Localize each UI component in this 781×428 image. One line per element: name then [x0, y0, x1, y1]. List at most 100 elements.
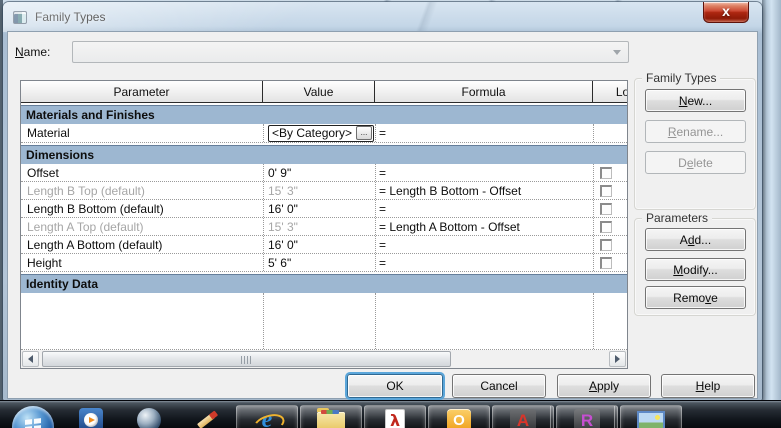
- scroll-right-button[interactable]: [609, 351, 626, 367]
- apply-button[interactable]: Apply: [557, 374, 651, 398]
- lock-checkbox[interactable]: [600, 184, 612, 197]
- photo-viewer-icon: [637, 411, 665, 428]
- lock-checkbox[interactable]: [600, 238, 612, 251]
- close-icon: x: [722, 3, 730, 19]
- column-divider: [375, 293, 376, 349]
- param-value[interactable]: 15' 3": [263, 182, 375, 199]
- value-editor[interactable]: <By Category>...: [268, 124, 374, 142]
- param-row: Length B Bottom (default) 16' 0" =: [21, 200, 627, 218]
- horizontal-scrollbar[interactable]: [21, 350, 627, 368]
- screen: Family Types x Name: Parameter Value Formu…: [0, 0, 781, 428]
- param-row: Height 5' 6" =: [21, 254, 627, 272]
- table-header-row: Parameter Value Formula Lo: [21, 81, 627, 103]
- sphere-app-icon: [137, 408, 161, 428]
- column-divider: [263, 293, 264, 349]
- rename-button: Rename...: [645, 120, 746, 143]
- lock-checkbox[interactable]: [600, 220, 612, 233]
- table-empty-area: [21, 293, 627, 350]
- remove-button[interactable]: Remo v e: [645, 286, 746, 309]
- section-header-row: Dimensions: [21, 143, 627, 164]
- adobe-reader-icon: [385, 409, 405, 428]
- ok-button[interactable]: OK: [347, 374, 443, 398]
- scroll-left-button[interactable]: [22, 351, 39, 367]
- taskbar-item-adobe-reader-icon[interactable]: [364, 405, 426, 428]
- param-name: Offset: [27, 165, 59, 180]
- section-header-row: Identity Data: [21, 272, 627, 293]
- param-lock-cell: [593, 236, 627, 253]
- param-lock-cell: [593, 200, 627, 217]
- taskbar-item-start-orb[interactable]: [4, 405, 62, 428]
- column-divider: [593, 293, 594, 349]
- param-value[interactable]: <By Category>...: [263, 124, 375, 142]
- taskbar-item-internet-explorer-icon[interactable]: [236, 405, 298, 428]
- param-name: Length A Bottom (default): [27, 237, 163, 252]
- taskbar-item-autocad-icon[interactable]: [492, 405, 554, 428]
- groupbox-family-types: Family Types New... Rename... De lete: [634, 71, 756, 210]
- media-player-icon: [79, 408, 103, 428]
- lock-checkbox[interactable]: [600, 202, 612, 215]
- taskbar-item-revit-icon[interactable]: [556, 405, 618, 428]
- param-lock-cell: [593, 254, 627, 271]
- pencil-tool-icon: [194, 408, 220, 428]
- param-value[interactable]: 16' 0": [263, 200, 375, 217]
- groupbox-label: Parameters: [642, 211, 713, 225]
- param-formula[interactable]: =: [375, 124, 593, 142]
- arrow-right-icon: [615, 355, 620, 363]
- scrollbar-track[interactable]: [40, 351, 608, 367]
- lock-checkbox[interactable]: [600, 166, 612, 179]
- param-formula[interactable]: =: [375, 254, 593, 271]
- param-value[interactable]: 15' 3": [263, 218, 375, 235]
- outlook-icon: [447, 409, 471, 428]
- groupbox-label: Family Types: [642, 71, 721, 85]
- param-lock-cell: [593, 164, 627, 181]
- param-formula[interactable]: =: [375, 164, 593, 181]
- param-formula[interactable]: =: [375, 200, 593, 217]
- new-button[interactable]: New...: [645, 89, 746, 112]
- modify-button[interactable]: Modify...: [645, 258, 746, 281]
- taskbar-item-photo-viewer-icon[interactable]: [620, 405, 682, 428]
- taskbar-item-folder-explorer-icon[interactable]: [300, 405, 362, 428]
- dialog-titlebar[interactable]: Family Types: [3, 2, 762, 32]
- name-label: Name:: [15, 45, 51, 59]
- param-formula[interactable]: = Length B Bottom - Offset: [375, 182, 593, 199]
- param-row: Length A Bottom (default) 16' 0" =: [21, 236, 627, 254]
- lock-checkbox[interactable]: [600, 256, 612, 269]
- dialog-title: Family Types: [35, 10, 106, 24]
- section-header-row: Materials and Finishes: [21, 103, 627, 124]
- param-formula[interactable]: =: [375, 236, 593, 253]
- cancel-button[interactable]: Cancel: [452, 374, 546, 398]
- param-value[interactable]: 16' 0": [263, 236, 375, 253]
- column-header-parameter: Parameter: [21, 81, 263, 102]
- param-name: Length B Top (default): [27, 183, 145, 198]
- param-lock-cell: [593, 218, 627, 235]
- param-name: Length A Top (default): [27, 219, 144, 234]
- taskbar-item-pencil-tool-icon[interactable]: [178, 405, 236, 428]
- param-row: Length B Top (default) 15' 3" = Length B B…: [21, 182, 627, 200]
- help-button[interactable]: Help: [661, 374, 755, 398]
- start-orb: [12, 406, 54, 428]
- dialog-client: Name: Parameter Value Formula Lo Materials …: [8, 32, 757, 398]
- taskbar-item-sphere-app-icon[interactable]: [120, 405, 178, 428]
- param-lock-cell: [593, 182, 627, 199]
- param-row: Length A Top (default) 15' 3" = Length A B…: [21, 218, 627, 236]
- param-value[interactable]: 0' 9": [263, 164, 375, 181]
- taskbar-item-media-player-icon[interactable]: [62, 405, 120, 428]
- param-value[interactable]: 5' 6": [263, 254, 375, 271]
- add-button[interactable]: Ad d...: [645, 228, 746, 251]
- close-button[interactable]: x: [703, 2, 749, 23]
- browse-material-button[interactable]: ...: [356, 126, 372, 140]
- dialog-icon: [13, 10, 27, 24]
- value-editor-text: <By Category>: [272, 126, 353, 140]
- groupbox-parameters: Parameters Ad d... Modify... Remo v e: [634, 211, 756, 316]
- family-type-name-combobox[interactable]: [72, 41, 629, 63]
- scrollbar-thumb[interactable]: [42, 351, 451, 367]
- taskbar-item-outlook-icon[interactable]: [428, 405, 490, 428]
- delete-button: De lete: [645, 151, 746, 174]
- param-lock-cell: [593, 124, 627, 142]
- internet-explorer-icon: [255, 409, 279, 428]
- background-right-strip: [762, 0, 781, 400]
- param-formula[interactable]: = Length A Bottom - Offset: [375, 218, 593, 235]
- autocad-icon: [510, 409, 536, 428]
- parameters-table: Parameter Value Formula Lo Materials and Fi…: [20, 80, 628, 369]
- folder-explorer-icon: [317, 408, 345, 428]
